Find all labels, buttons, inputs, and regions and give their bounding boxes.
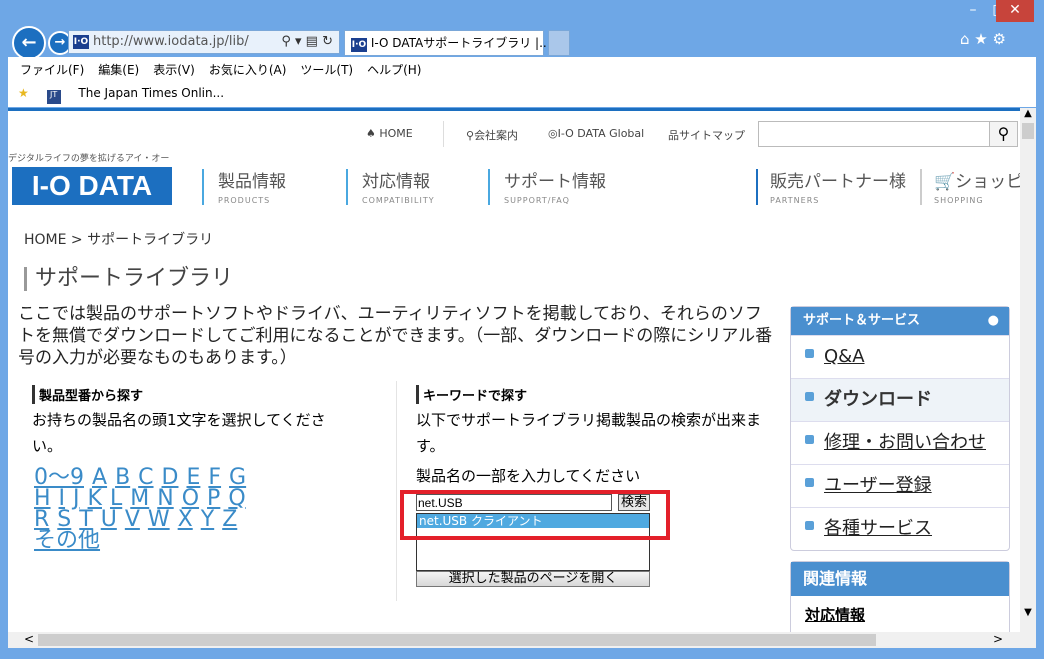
open-product-page-button[interactable]: 選択した製品のページを開く <box>416 571 650 587</box>
mainnav-products[interactable]: 製品情報 PRODUCTS <box>218 167 286 205</box>
letter-link[interactable]: Z <box>222 507 237 532</box>
back-button[interactable]: ← <box>12 26 46 60</box>
sidebar-item-download[interactable]: ダウンロード <box>791 378 1009 421</box>
keyword-search-desc: 以下でサポートライブラリ掲載製品の検索が出来ます。 <box>416 411 762 455</box>
related-item-compat[interactable]: 対応情報 <box>791 596 1009 632</box>
logo[interactable]: I-O DATA <box>12 167 172 205</box>
model-search-heading: 製品型番から探す <box>32 385 143 404</box>
breadcrumb[interactable]: HOME > サポートライブラリ <box>24 229 213 249</box>
favorites-bar: ★ JT The Japan Times Onlin... <box>8 82 1036 108</box>
letter-link[interactable]: X <box>178 507 193 532</box>
sidebar-item-services[interactable]: 各種サービス <box>791 507 1009 550</box>
topnav-home[interactable]: ♠ HOME <box>366 127 413 140</box>
japantimes-icon: JT <box>46 90 61 104</box>
minimize-button[interactable]: – <box>960 0 986 22</box>
tagline: デジタルライフの夢を拡げるアイ・オー <box>8 154 170 164</box>
letter-index: 0〜9 A B C D E F G H I J K L M N O P Q R S T U V W X Y Z その他 <box>34 467 254 553</box>
tab-active[interactable]: I·O I-O DATAサポートライブラリ |... ✕ <box>344 30 568 56</box>
letter-link[interactable]: U <box>101 507 117 532</box>
sidebar-item-repair[interactable]: 修理・お問い合わせ <box>791 421 1009 464</box>
new-tab-button[interactable] <box>548 30 570 56</box>
menu-favorites[interactable]: お気に入り(A) <box>209 63 287 77</box>
horizontal-scrollbar[interactable]: < > <box>8 632 1036 648</box>
search-refresh-icons[interactable]: ⚲ ▾ ▤ ↻ <box>281 31 333 53</box>
letter-link[interactable]: その他 <box>34 528 100 553</box>
home-star-gear-icons[interactable]: ⌂ ★ ⚙ <box>960 30 1006 48</box>
address-bar[interactable]: I·O http://www.iodata.jp/lib/ ⚲ ▾ ▤ ↻ <box>68 30 340 54</box>
topnav-company[interactable]: ⚲会社案内 <box>466 127 518 143</box>
mainnav-support[interactable]: サポート情報 SUPPORT/FAQ <box>504 167 606 205</box>
site-favicon-icon: I·O <box>73 35 89 49</box>
tab-title: I-O DATAサポートライブラリ |... <box>370 36 551 50</box>
page-title: サポートライブラリ <box>24 267 233 291</box>
menu-view[interactable]: 表示(V) <box>153 63 195 77</box>
mainnav-compatibility[interactable]: 対応情報 COMPATIBILITY <box>362 167 435 205</box>
topnav-sitemap[interactable]: 品サイトマップ <box>668 127 745 143</box>
address-text: http://www.iodata.jp/lib/ <box>93 34 249 49</box>
menu-bar: ファイル(F) 編集(E) 表示(V) お気に入り(A) ツール(T) ヘルプ(H) ★ … <box>8 57 1036 107</box>
keyword-label: 製品名の一部を入力してください <box>416 467 641 485</box>
vertical-scrollbar[interactable]: ▲ ▼ <box>1020 108 1036 632</box>
favorite-link[interactable]: The Japan Times Onlin... <box>78 86 224 100</box>
tab-favicon-icon: I·O <box>351 38 367 52</box>
search-icon[interactable]: ⚲ <box>989 122 1017 146</box>
site-search-input[interactable]: ⚲ <box>758 121 1018 147</box>
sidebar-support: サポート＆サービス ● Q&A ダウンロード 修理・お問い合わせ ユーザー登録 各… <box>790 306 1010 551</box>
model-search-desc: お持ちの製品名の頭1文字を選択してください。 <box>32 411 326 455</box>
letter-link[interactable]: V <box>125 507 140 532</box>
menu-file[interactable]: ファイル(F) <box>20 63 84 77</box>
topnav-global[interactable]: ◎I-O DATA Global <box>548 127 644 140</box>
intro-text: ここでは製品のサポートソフトやドライバ、ユーティリティソフトを掲載しており、それ… <box>18 304 773 368</box>
keyword-search-heading: キーワードで探す <box>416 385 527 404</box>
menu-tools[interactable]: ツール(T) <box>300 63 353 77</box>
menu-help[interactable]: ヘルプ(H) <box>367 63 421 77</box>
web-page: ♠ HOME ⚲会社案内 ◎I-O DATA Global 品サイトマップ ⚲ … <box>8 108 1020 632</box>
mainnav-partners[interactable]: 販売パートナー様 PARTNERS <box>770 167 906 205</box>
sidebar-heading: サポート＆サービス ● <box>791 307 1009 335</box>
sidebar-item-register[interactable]: ユーザー登録 <box>791 464 1009 507</box>
letter-link[interactable]: W <box>148 507 170 532</box>
cart-icon: 🛒 <box>934 172 956 192</box>
favorites-star-icon[interactable]: ★ <box>18 86 29 100</box>
close-window-button[interactable]: ✕ <box>996 0 1034 22</box>
menu-edit[interactable]: 編集(E) <box>98 63 139 77</box>
sidebar-item-qa[interactable]: Q&A <box>791 335 1009 378</box>
related-heading: 関連情報 <box>791 562 1009 596</box>
letter-link[interactable]: Y <box>201 507 214 532</box>
circle-arrow-icon: ● <box>987 313 999 328</box>
mainnav-shopping[interactable]: 🛒ショッピンSHOPPING <box>934 167 1020 205</box>
highlight-box <box>400 490 670 540</box>
